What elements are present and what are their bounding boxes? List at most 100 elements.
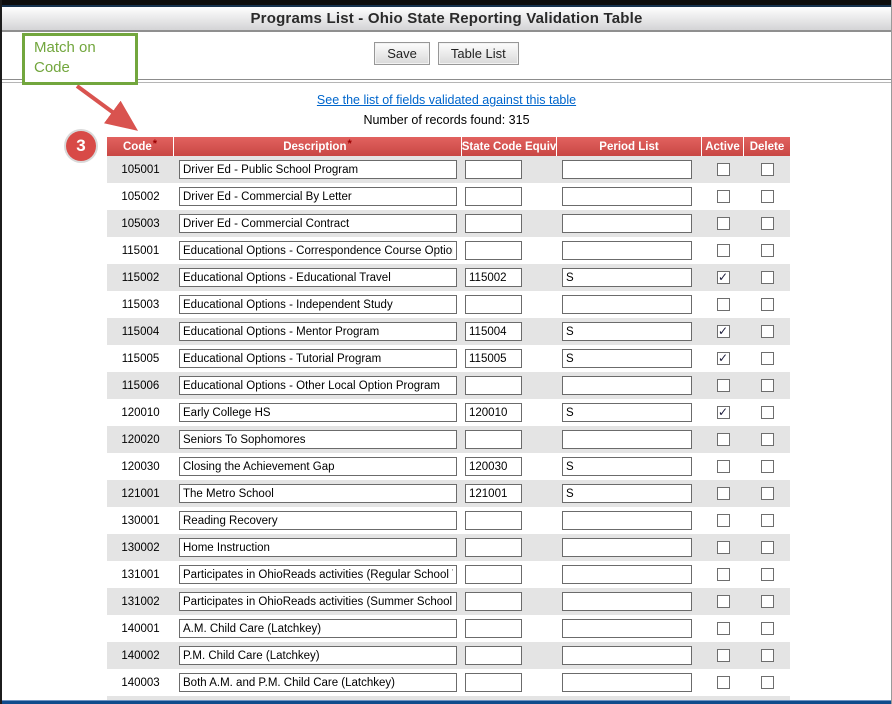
delete-checkbox[interactable]: [761, 514, 774, 527]
state-code-equiv-input[interactable]: [465, 619, 522, 638]
state-code-equiv-input[interactable]: [465, 646, 522, 665]
state-code-equiv-input[interactable]: [465, 565, 522, 584]
active-checkbox[interactable]: [717, 568, 730, 581]
delete-checkbox[interactable]: [761, 406, 774, 419]
description-input[interactable]: [179, 565, 457, 584]
delete-checkbox[interactable]: [761, 595, 774, 608]
table-list-button[interactable]: Table List: [438, 42, 519, 65]
description-input[interactable]: [179, 673, 457, 692]
description-input[interactable]: [179, 214, 457, 233]
delete-checkbox[interactable]: [761, 568, 774, 581]
description-input[interactable]: [179, 511, 457, 530]
period-list-input[interactable]: [562, 619, 692, 638]
delete-checkbox[interactable]: [761, 379, 774, 392]
delete-checkbox[interactable]: [761, 487, 774, 500]
state-code-equiv-input[interactable]: [465, 349, 522, 368]
description-input[interactable]: [179, 187, 457, 206]
period-list-input[interactable]: [562, 592, 692, 611]
delete-checkbox[interactable]: [761, 352, 774, 365]
active-checkbox[interactable]: ✓: [717, 325, 730, 338]
active-checkbox[interactable]: [717, 217, 730, 230]
delete-checkbox[interactable]: [761, 298, 774, 311]
period-list-input[interactable]: [562, 538, 692, 557]
period-list-input[interactable]: [562, 295, 692, 314]
active-checkbox[interactable]: [717, 595, 730, 608]
state-code-equiv-input[interactable]: [465, 214, 522, 233]
period-list-input[interactable]: [562, 403, 692, 422]
active-checkbox[interactable]: [717, 487, 730, 500]
state-code-equiv-input[interactable]: [465, 268, 522, 287]
active-checkbox[interactable]: [717, 541, 730, 554]
active-checkbox[interactable]: [717, 379, 730, 392]
active-checkbox[interactable]: [717, 460, 730, 473]
state-code-equiv-input[interactable]: [465, 187, 522, 206]
state-code-equiv-input[interactable]: [465, 592, 522, 611]
active-checkbox[interactable]: [717, 244, 730, 257]
delete-checkbox[interactable]: [761, 190, 774, 203]
state-code-equiv-input[interactable]: [465, 538, 522, 557]
delete-checkbox[interactable]: [761, 271, 774, 284]
delete-checkbox[interactable]: [761, 649, 774, 662]
active-checkbox[interactable]: [717, 676, 730, 689]
description-input[interactable]: [179, 322, 457, 341]
description-input[interactable]: [179, 376, 457, 395]
description-input[interactable]: [179, 484, 457, 503]
description-input[interactable]: [179, 241, 457, 260]
save-button[interactable]: Save: [374, 42, 430, 65]
description-input[interactable]: [179, 160, 457, 179]
delete-checkbox[interactable]: [761, 244, 774, 257]
state-code-equiv-input[interactable]: [465, 430, 522, 449]
delete-checkbox[interactable]: [761, 460, 774, 473]
delete-checkbox[interactable]: [761, 433, 774, 446]
period-list-input[interactable]: [562, 268, 692, 287]
delete-checkbox[interactable]: [761, 217, 774, 230]
description-input[interactable]: [179, 592, 457, 611]
description-input[interactable]: [179, 430, 457, 449]
active-checkbox[interactable]: [717, 298, 730, 311]
active-checkbox[interactable]: [717, 649, 730, 662]
period-list-input[interactable]: [562, 241, 692, 260]
delete-checkbox[interactable]: [761, 163, 774, 176]
state-code-equiv-input[interactable]: [465, 457, 522, 476]
period-list-input[interactable]: [562, 673, 692, 692]
state-code-equiv-input[interactable]: [465, 511, 522, 530]
delete-checkbox[interactable]: [761, 622, 774, 635]
period-list-input[interactable]: [562, 349, 692, 368]
description-input[interactable]: [179, 457, 457, 476]
description-input[interactable]: [179, 538, 457, 557]
description-input[interactable]: [179, 619, 457, 638]
active-checkbox[interactable]: ✓: [717, 271, 730, 284]
period-list-input[interactable]: [562, 376, 692, 395]
description-input[interactable]: [179, 646, 457, 665]
active-checkbox[interactable]: ✓: [717, 352, 730, 365]
validated-fields-link[interactable]: See the list of fields validated against…: [317, 93, 576, 107]
state-code-equiv-input[interactable]: [465, 484, 522, 503]
active-checkbox[interactable]: ✓: [717, 406, 730, 419]
description-input[interactable]: [179, 295, 457, 314]
description-input[interactable]: [179, 349, 457, 368]
period-list-input[interactable]: [562, 511, 692, 530]
state-code-equiv-input[interactable]: [465, 295, 522, 314]
active-checkbox[interactable]: [717, 622, 730, 635]
period-list-input[interactable]: [562, 457, 692, 476]
description-input[interactable]: [179, 403, 457, 422]
description-input[interactable]: [179, 268, 457, 287]
period-list-input[interactable]: [562, 484, 692, 503]
period-list-input[interactable]: [562, 322, 692, 341]
period-list-input[interactable]: [562, 430, 692, 449]
state-code-equiv-input[interactable]: [465, 160, 522, 179]
period-list-input[interactable]: [562, 187, 692, 206]
active-checkbox[interactable]: [717, 163, 730, 176]
state-code-equiv-input[interactable]: [465, 403, 522, 422]
state-code-equiv-input[interactable]: [465, 322, 522, 341]
state-code-equiv-input[interactable]: [465, 376, 522, 395]
state-code-equiv-input[interactable]: [465, 241, 522, 260]
delete-checkbox[interactable]: [761, 325, 774, 338]
period-list-input[interactable]: [562, 646, 692, 665]
delete-checkbox[interactable]: [761, 676, 774, 689]
state-code-equiv-input[interactable]: [465, 673, 522, 692]
active-checkbox[interactable]: [717, 190, 730, 203]
period-list-input[interactable]: [562, 214, 692, 233]
period-list-input[interactable]: [562, 160, 692, 179]
period-list-input[interactable]: [562, 565, 692, 584]
